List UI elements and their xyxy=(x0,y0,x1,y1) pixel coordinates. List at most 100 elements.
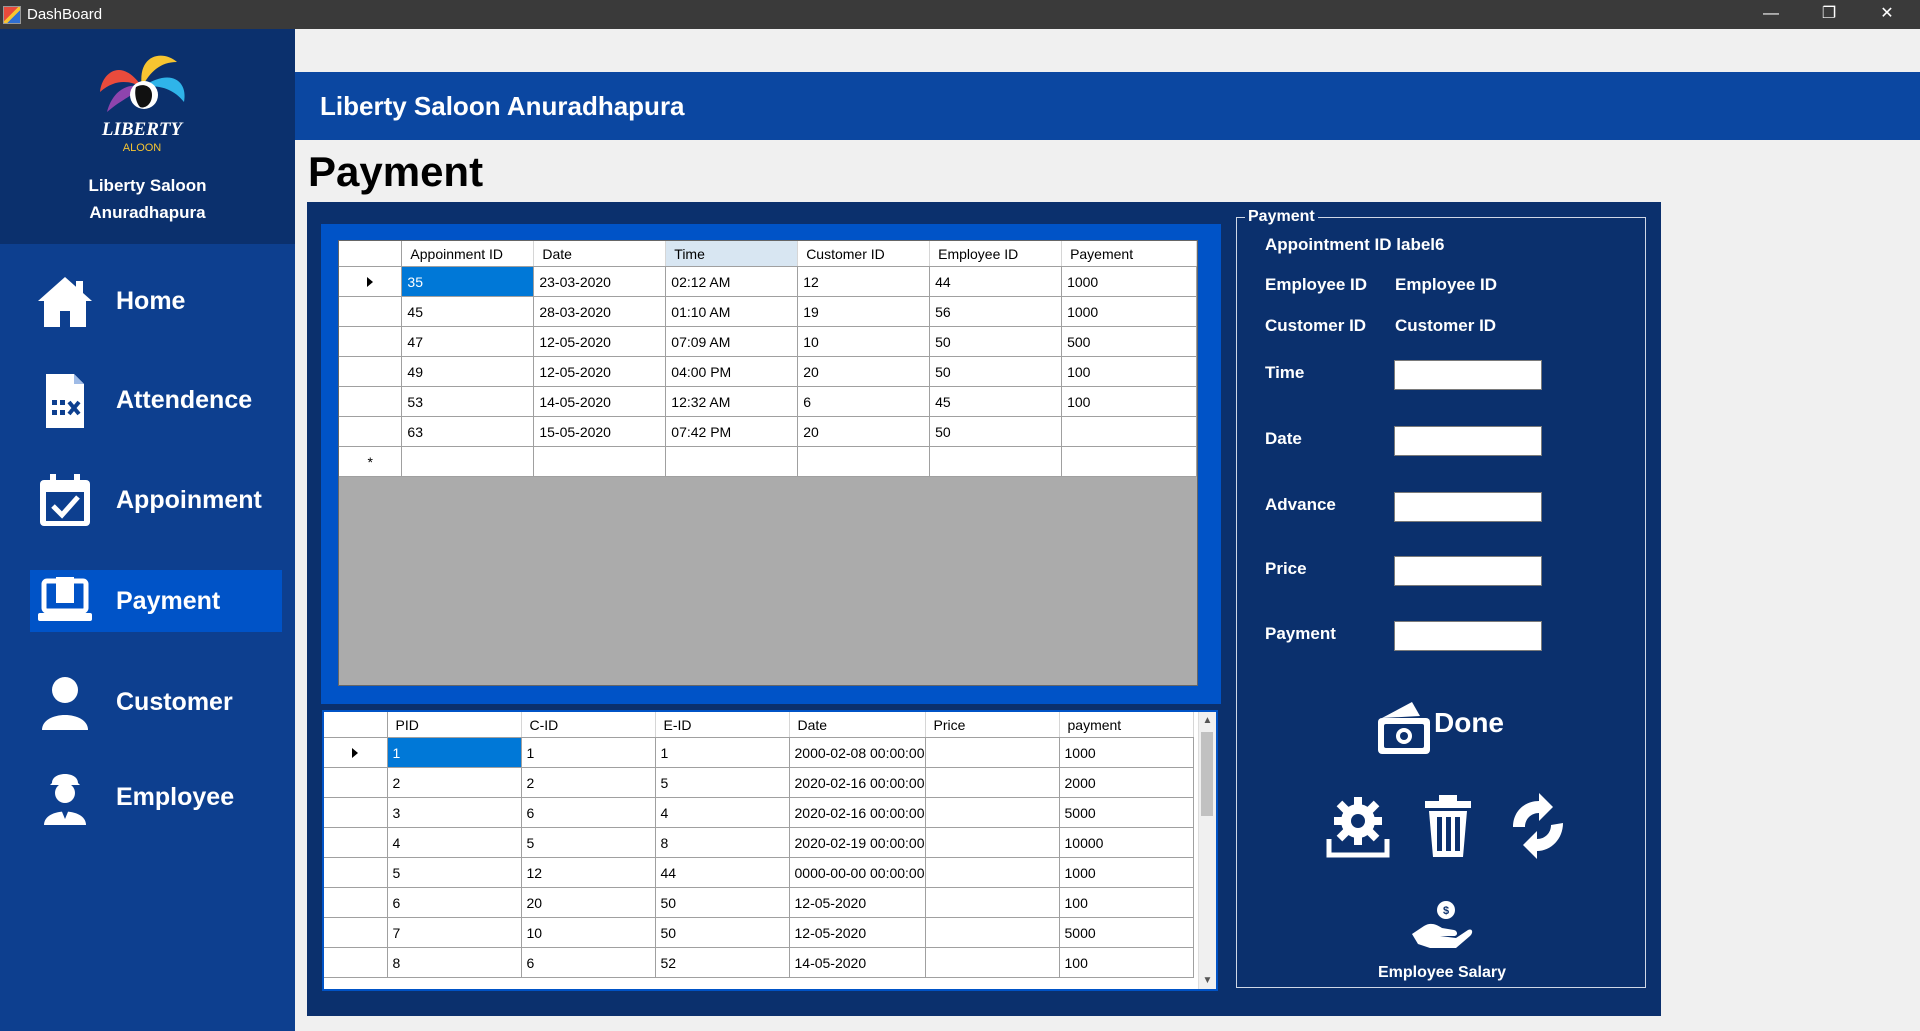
price-input[interactable] xyxy=(1394,556,1542,586)
table-cell[interactable]: 07:42 PM xyxy=(665,416,799,447)
scroll-down-icon[interactable]: ▼ xyxy=(1199,972,1216,989)
table-cell[interactable]: 49 xyxy=(401,356,535,387)
table-cell[interactable]: 500 xyxy=(1061,326,1197,357)
scroll-up-icon[interactable]: ▲ xyxy=(1199,712,1216,729)
table-cell[interactable]: 56 xyxy=(929,296,1063,327)
table-row[interactable]: 49 12-05-2020 04:00 PM 20 50 100 xyxy=(339,356,1197,387)
row-header[interactable] xyxy=(339,326,403,357)
table-cell[interactable]: 2 xyxy=(387,767,522,798)
column-header[interactable]: Customer ID xyxy=(797,241,931,267)
table-cell[interactable]: 5 xyxy=(387,857,522,888)
table-cell[interactable] xyxy=(665,446,799,477)
table-cell[interactable]: 5 xyxy=(655,767,790,798)
table-cell[interactable]: 50 xyxy=(655,917,790,948)
time-input[interactable] xyxy=(1394,360,1542,390)
table-cell[interactable]: 12 xyxy=(797,266,931,297)
table-cell[interactable]: 6 xyxy=(797,386,931,417)
table-cell[interactable]: 02:12 AM xyxy=(665,266,799,297)
refresh-button[interactable] xyxy=(1505,793,1571,859)
table-cell[interactable]: 14-05-2020 xyxy=(533,386,667,417)
table-cell[interactable]: 6 xyxy=(521,947,656,978)
table-cell[interactable]: 2020-02-16 00:00:00 xyxy=(789,767,926,798)
table-cell[interactable]: 8 xyxy=(387,947,522,978)
table-cell[interactable]: 23-03-2020 xyxy=(533,266,667,297)
table-cell[interactable]: 8 xyxy=(655,827,790,858)
table-cell[interactable]: 47 xyxy=(401,326,535,357)
column-header[interactable]: Payement xyxy=(1061,241,1197,267)
maximize-button[interactable]: ❐ xyxy=(1800,0,1858,29)
column-header[interactable]: Appoinment ID xyxy=(401,241,535,267)
sidebar-item-payment[interactable]: Payment xyxy=(30,570,282,632)
settings-button[interactable] xyxy=(1325,793,1391,859)
column-header[interactable]: Date xyxy=(789,712,926,738)
table-cell[interactable]: 10 xyxy=(797,326,931,357)
table-cell[interactable]: 2000-02-08 00:00:00 xyxy=(789,737,926,768)
payments-grid[interactable]: PID C-ID E-ID Date Price payment 1 1 1 2… xyxy=(322,710,1218,991)
table-cell[interactable]: 15-05-2020 xyxy=(533,416,667,447)
table-cell[interactable] xyxy=(925,917,1060,948)
table-cell[interactable]: 10000 xyxy=(1059,827,1194,858)
table-cell[interactable]: 44 xyxy=(929,266,1063,297)
table-cell[interactable]: 2 xyxy=(521,767,656,798)
table-cell[interactable]: 100 xyxy=(1061,356,1197,387)
row-header[interactable] xyxy=(324,947,388,978)
table-cell[interactable]: 5000 xyxy=(1059,797,1194,828)
table-cell[interactable]: 1000 xyxy=(1059,737,1194,768)
table-cell[interactable] xyxy=(925,887,1060,918)
table-cell[interactable]: 12:32 AM xyxy=(665,386,799,417)
column-header[interactable]: payment xyxy=(1059,712,1194,738)
table-cell[interactable]: 6 xyxy=(387,887,522,918)
row-header[interactable] xyxy=(324,797,388,828)
table-cell[interactable]: 2020-02-16 00:00:00 xyxy=(789,797,926,828)
table-cell[interactable]: 3 xyxy=(387,797,522,828)
table-cell[interactable]: 1000 xyxy=(1061,296,1197,327)
table-row[interactable]: 3 6 4 2020-02-16 00:00:00 5000 xyxy=(324,797,1194,828)
table-cell[interactable]: 50 xyxy=(929,356,1063,387)
table-cell[interactable]: 45 xyxy=(929,386,1063,417)
close-button[interactable]: ✕ xyxy=(1858,0,1916,29)
table-row[interactable]: 35 23-03-2020 02:12 AM 12 44 1000 xyxy=(339,266,1197,297)
table-cell[interactable]: 5000 xyxy=(1059,917,1194,948)
table-cell[interactable] xyxy=(925,737,1060,768)
row-header[interactable] xyxy=(339,296,403,327)
table-row[interactable]: 8 6 52 14-05-2020 100 xyxy=(324,947,1194,978)
payments-grid-scrollbar[interactable]: ▲ ▼ xyxy=(1198,712,1216,989)
table-cell[interactable]: 28-03-2020 xyxy=(533,296,667,327)
table-cell[interactable]: 1000 xyxy=(1059,857,1194,888)
column-header[interactable]: Date xyxy=(533,241,667,267)
table-cell[interactable]: 7 xyxy=(387,917,522,948)
table-row[interactable]: 63 15-05-2020 07:42 PM 20 50 xyxy=(339,416,1197,447)
employee-salary-button[interactable]: $ Employee Salary xyxy=(1377,900,1507,984)
column-header[interactable]: Time xyxy=(665,241,799,267)
sidebar-item-customer[interactable]: Customer xyxy=(30,671,282,733)
table-row[interactable]: 7 10 50 12-05-2020 5000 xyxy=(324,917,1194,948)
row-header[interactable] xyxy=(339,416,403,447)
table-cell[interactable] xyxy=(401,446,535,477)
row-header[interactable] xyxy=(324,887,388,918)
table-cell[interactable]: 12-05-2020 xyxy=(533,356,667,387)
minimize-button[interactable]: — xyxy=(1742,0,1800,29)
sidebar-item-home[interactable]: Home xyxy=(30,270,282,332)
scrollbar-thumb[interactable] xyxy=(1201,732,1213,816)
table-row[interactable]: 47 12-05-2020 07:09 AM 10 50 500 xyxy=(339,326,1197,357)
table-cell[interactable]: 07:09 AM xyxy=(665,326,799,357)
table-cell[interactable] xyxy=(797,446,931,477)
table-cell[interactable]: 50 xyxy=(929,416,1063,447)
table-cell[interactable]: 20 xyxy=(797,416,931,447)
row-header[interactable] xyxy=(324,917,388,948)
advance-input[interactable] xyxy=(1394,492,1542,522)
column-header[interactable]: E-ID xyxy=(655,712,790,738)
column-header[interactable]: Employee ID xyxy=(929,241,1063,267)
table-cell[interactable]: 4 xyxy=(655,797,790,828)
table-cell[interactable]: 35 xyxy=(401,266,535,297)
table-cell[interactable]: 2000 xyxy=(1059,767,1194,798)
column-header[interactable]: PID xyxy=(387,712,522,738)
table-row[interactable]: 45 28-03-2020 01:10 AM 19 56 1000 xyxy=(339,296,1197,327)
table-cell[interactable]: 01:10 AM xyxy=(665,296,799,327)
row-header[interactable] xyxy=(339,356,403,387)
row-header[interactable] xyxy=(339,386,403,417)
delete-button[interactable] xyxy=(1415,793,1481,859)
table-row[interactable]: 2 2 5 2020-02-16 00:00:00 2000 xyxy=(324,767,1194,798)
table-cell[interactable]: 4 xyxy=(387,827,522,858)
appointments-grid[interactable]: Appoinment ID Date Time Customer ID Empl… xyxy=(338,240,1198,686)
